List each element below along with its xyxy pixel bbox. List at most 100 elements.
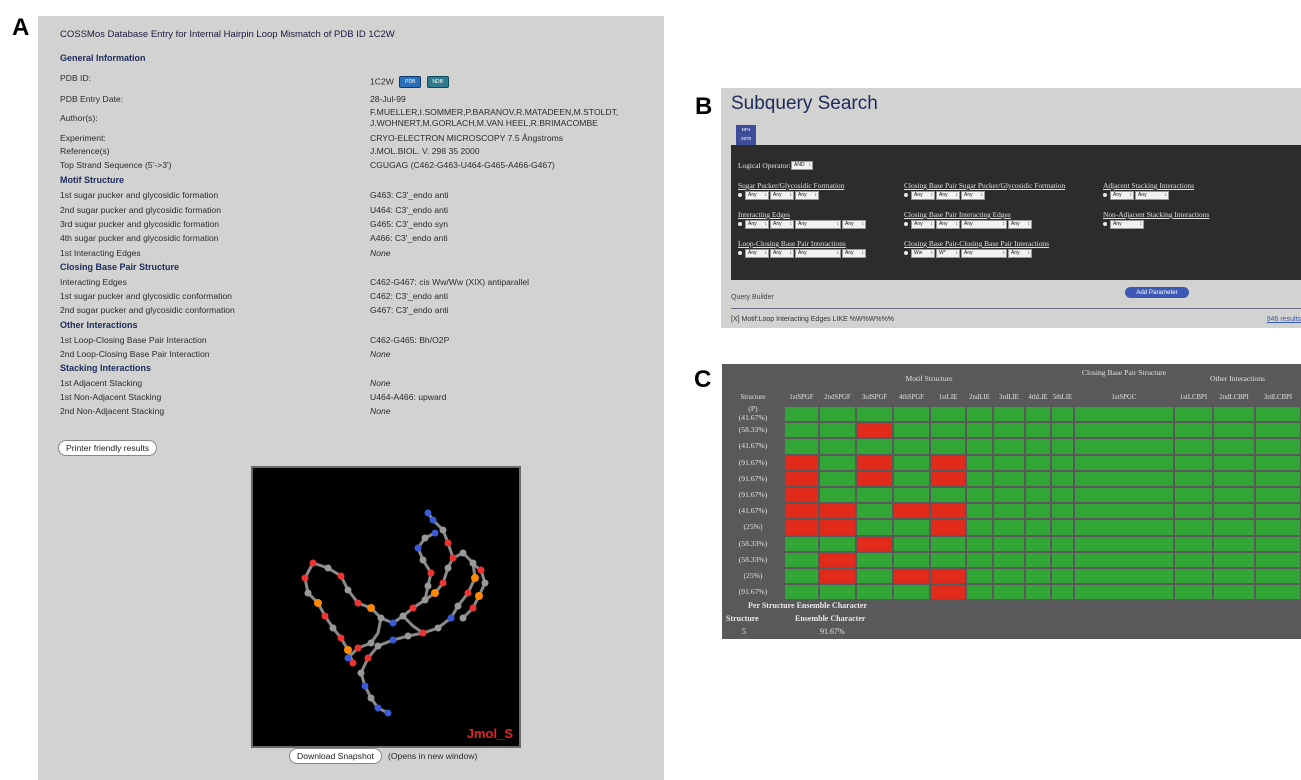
loop-closing-1-label: 1st Loop-Closing Base Pair Interaction [60,335,207,345]
select-any[interactable]: Any [745,249,769,258]
select-any[interactable]: Any [795,249,841,258]
logical-operator-select[interactable]: AND [791,161,813,170]
cell-mismatch [820,520,855,535]
link-loop-closing[interactable]: Loop-Closing Base Pair Interactions [738,239,846,248]
column-header: 1stLCBPI [1179,394,1208,401]
pdb-id-text: 1C2W [370,76,394,87]
select-any[interactable]: Any [936,191,960,200]
cell-match [1256,552,1300,567]
cell-match [1214,504,1254,519]
select-any[interactable]: Any [1135,191,1169,200]
select-any[interactable]: Any [745,191,769,200]
select-any[interactable]: Any [795,220,841,229]
cell-match [894,488,929,503]
radio-button[interactable] [738,193,742,197]
radio-button[interactable] [904,251,908,255]
ndb-link-button[interactable]: NDB [426,76,449,88]
cell-mismatch [785,471,818,486]
results-link[interactable]: 946 results [1267,316,1301,323]
cell-match [857,488,892,503]
cell-match [994,552,1024,567]
select-any[interactable]: Any [961,220,1007,229]
select-any[interactable]: Any [911,220,935,229]
select-any[interactable]: Any [842,220,866,229]
link-closing-closing[interactable]: Closing Base Pair-Closing Base Pair Inte… [904,239,1049,248]
printer-friendly-button[interactable]: Printer friendly results [58,440,158,456]
cell-match [1026,569,1050,584]
divider [731,308,1301,309]
row-label: (41.67%) [738,441,768,451]
link-non-adjacent-stacking[interactable]: Non-Adjacent Stacking Interactions [1103,210,1209,219]
row-label: (91.67%) [738,587,768,597]
select-ww[interactable]: Ww [911,249,935,258]
select-any[interactable]: Any [1110,191,1134,200]
cell-match [1256,439,1300,454]
cell-match [1175,585,1212,600]
cell-match [1256,520,1300,535]
link-sugar-pucker[interactable]: Sugar Pucker/Glycosidic Formation [738,181,844,190]
link-closing-interacting-edges[interactable]: Closing Base Pair Interacting Edges [904,210,1011,219]
cell-mismatch [785,504,818,519]
cell-match [1052,536,1073,551]
cell-match [1214,569,1254,584]
cell-match [967,569,992,584]
row-label: (P) (41.67%) [738,404,768,422]
radio-button[interactable] [738,251,742,255]
cell-match [1052,455,1073,470]
radio-button[interactable] [1103,222,1107,226]
link-adjacent-stacking[interactable]: Adjacent Stacking Interactions [1103,181,1194,190]
select-any[interactable]: Any [961,249,1007,258]
cell-match [820,455,855,470]
select-any[interactable]: Any [936,220,960,229]
select-any[interactable]: Any [770,249,794,258]
link-interacting-edges[interactable]: Interacting Edges [738,210,790,219]
select-any[interactable]: Any [1110,220,1144,229]
cell-match [820,439,855,454]
radio-button[interactable] [904,193,908,197]
interacting-edges-1-value: None [370,248,391,258]
select-any[interactable]: Any [842,249,866,258]
select-any[interactable]: Any [795,191,819,200]
select-any[interactable]: Any [770,220,794,229]
query-tab[interactable]: NP4 2878 [736,125,756,145]
cell-mismatch [857,536,892,551]
radio-button[interactable] [904,222,908,226]
cell-match [785,407,818,422]
non-adjacent-2-value: None [370,406,391,416]
cell-match [967,423,992,438]
download-snapshot-button[interactable]: Download Snapshot [289,748,382,764]
radio-button[interactable] [1103,193,1107,197]
jmol-3d-viewer[interactable]: Jmol_S [251,466,521,748]
entry-date-value: 28-Jul-99 [370,94,406,104]
select-any[interactable]: Any [1008,249,1032,258]
authors-value: F.MUELLER,I.SOMMER,P.BARANOV,R.MATADEEN,… [370,107,619,128]
cell-match [994,520,1024,535]
cell-match [1256,471,1300,486]
select-any[interactable]: Any [745,220,769,229]
cell-match [1075,407,1173,422]
cell-match [894,552,929,567]
select-any[interactable]: Any [911,191,935,200]
cell-match [994,585,1024,600]
cell-match [1075,520,1173,535]
link-closing-sugar-pucker[interactable]: Closing Base Pair Sugar Pucker/Glycosidi… [904,181,1065,190]
cell-mismatch [820,552,855,567]
cell-match [931,488,965,503]
cell-match [967,504,992,519]
loop-closing-2-label: 2nd Loop-Closing Base Pair Interaction [60,349,210,359]
cell-match [1256,504,1300,519]
cell-match [894,455,929,470]
cell-match [820,536,855,551]
cell-match [894,407,929,422]
select-any[interactable]: Any [1008,220,1032,229]
cell-match [1075,455,1173,470]
loop-closing-2-value: None [370,349,391,359]
pdb-link-button[interactable]: PDB [399,76,422,88]
select-w-star[interactable]: W* [936,249,960,258]
row-label: (91.67%) [738,490,768,499]
radio-button[interactable] [738,222,742,226]
select-any[interactable]: Any [961,191,985,200]
add-parameter-button[interactable]: Add Parameter [1125,287,1189,298]
logical-operator-label: Logical Operator: [738,161,791,170]
select-any[interactable]: Any [770,191,794,200]
